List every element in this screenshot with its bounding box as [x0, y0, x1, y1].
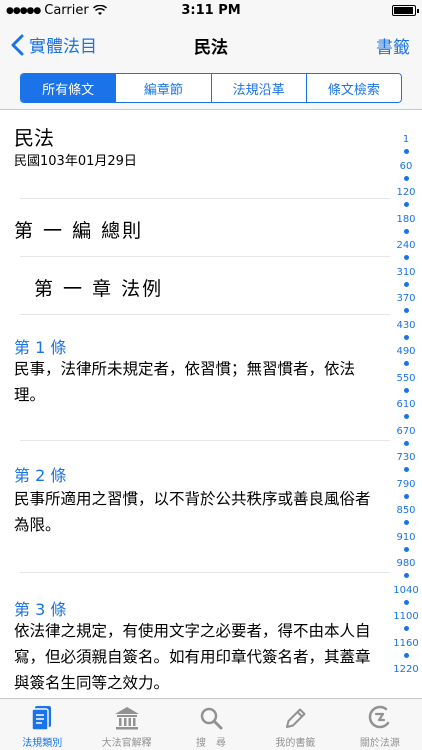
index-dot — [404, 573, 409, 578]
tab-law-categories[interactable]: 法規類別 — [0, 699, 84, 750]
index-item[interactable]: 850 — [390, 505, 422, 517]
law-content[interactable]: 民法 民國103年01月29日 第 一 編 總則 第 一 章 法例 第 1 條 … — [0, 110, 390, 698]
index-item[interactable]: 730 — [390, 452, 422, 464]
part-heading: 第 一 編 總則 — [14, 220, 144, 242]
divider — [20, 572, 390, 573]
tab-search[interactable]: 搜 尋 — [169, 699, 253, 750]
segment-all-articles[interactable]: 所有條文 — [21, 74, 116, 102]
segmented-control: 所有條文 編章節 法規沿革 條文檢索 — [20, 73, 402, 103]
index-dot — [404, 149, 409, 154]
index-dot — [404, 626, 409, 631]
index-item[interactable]: 670 — [390, 426, 422, 438]
search-icon — [200, 707, 223, 730]
index-dot — [404, 653, 409, 658]
article-2-text: 民事所適用之習慣，以不背於公共秩序或善良風俗者為限。 — [14, 490, 371, 534]
index-item[interactable]: 790 — [390, 479, 422, 491]
index-item[interactable]: 910 — [390, 532, 422, 544]
segment-article-search[interactable]: 條文檢索 — [305, 74, 401, 102]
document-icon — [31, 706, 52, 731]
tab-label: 搜 尋 — [196, 738, 227, 749]
index-dot — [404, 441, 409, 446]
index-item[interactable]: 1220 — [390, 664, 422, 676]
index-item[interactable]: 490 — [390, 346, 422, 358]
index-dot — [404, 361, 409, 366]
index-item[interactable]: 310 — [390, 267, 422, 279]
index-dot — [404, 494, 409, 499]
article-3-text: 依法律之規定，有使用文字之必要者，得不由本人自寫，但必須親自簽名。如有用印章代簽… — [14, 622, 371, 692]
index-dot — [404, 308, 409, 313]
index-item[interactable]: 240 — [390, 240, 422, 252]
segment-law-history[interactable]: 法規沿革 — [210, 74, 306, 102]
index-item[interactable]: 1 — [390, 134, 422, 146]
tab-label: 大法官解釋 — [101, 738, 152, 749]
index-dot — [404, 414, 409, 419]
index-item[interactable]: 610 — [390, 399, 422, 411]
battery-icon — [392, 5, 419, 16]
pencil-icon — [286, 708, 306, 728]
index-item[interactable]: 550 — [390, 373, 422, 385]
index-item[interactable]: 980 — [390, 558, 422, 570]
chevron-left-icon — [11, 34, 24, 55]
back-button-label: 實體法目 — [29, 37, 97, 57]
index-dot — [404, 202, 409, 207]
back-button[interactable]: 實體法目 — [10, 32, 97, 57]
courthouse-icon — [114, 707, 139, 730]
bookmarks-button[interactable]: 書籤 — [376, 33, 410, 58]
tab-label: 法規類別 — [22, 738, 63, 749]
article-1-label[interactable]: 第 1 條 — [14, 334, 66, 358]
status-bar: ●●●●● Carrier 3:11 PM — [0, 0, 422, 22]
law-title: 民法 — [14, 126, 54, 150]
index-item[interactable]: 1100 — [390, 611, 422, 623]
divider — [20, 314, 390, 315]
divider — [20, 256, 390, 257]
segment-area: 所有條文 編章節 法規沿革 條文檢索 — [0, 66, 422, 110]
tab-bookmarks[interactable]: 我的書籤 — [253, 699, 337, 750]
divider — [20, 198, 390, 199]
article-3-label[interactable]: 第 3 條 — [14, 596, 66, 620]
index-item[interactable]: 60 — [390, 161, 422, 173]
brand-logo-icon — [368, 705, 390, 729]
index-dot — [404, 229, 409, 234]
chapter-heading: 第 一 章 法例 — [34, 278, 164, 300]
index-dot — [404, 176, 409, 181]
index-dot — [404, 547, 409, 552]
index-item[interactable]: 1160 — [390, 638, 422, 650]
index-dot — [404, 600, 409, 605]
index-dot — [404, 388, 409, 393]
article-1-text: 民事，法律所未規定者，依習慣；無習慣者，依法理。 — [14, 360, 356, 404]
index-item[interactable]: 120 — [390, 187, 422, 199]
index-dot — [404, 467, 409, 472]
index-dot — [404, 335, 409, 340]
article-2-label[interactable]: 第 2 條 — [14, 462, 66, 486]
tab-label: 我的書籤 — [275, 738, 316, 749]
law-date: 民國103年01月29日 — [14, 154, 137, 169]
tab-bar: 法規類別 大法官解釋 搜 尋 我的書籤 關於法源 — [0, 698, 422, 750]
index-dot — [404, 282, 409, 287]
index-item[interactable]: 430 — [390, 320, 422, 332]
index-dot — [404, 520, 409, 525]
tab-interpretations[interactable]: 大法官解釋 — [84, 699, 168, 750]
divider — [20, 440, 390, 441]
index-item[interactable]: 1040 — [390, 585, 422, 597]
section-index[interactable]: 1 60 120 180 240 310 370 430 490 550 610… — [390, 110, 422, 698]
status-time: 3:11 PM — [181, 3, 241, 18]
index-item[interactable]: 180 — [390, 214, 422, 226]
index-dot — [404, 255, 409, 260]
index-item[interactable]: 370 — [390, 293, 422, 305]
tab-label: 關於法源 — [359, 738, 400, 749]
segment-parts-chapters[interactable]: 編章節 — [115, 74, 211, 102]
navigation-bar: 實體法目 民法 書籤 — [0, 22, 422, 66]
tab-about[interactable]: 關於法源 — [338, 699, 422, 750]
